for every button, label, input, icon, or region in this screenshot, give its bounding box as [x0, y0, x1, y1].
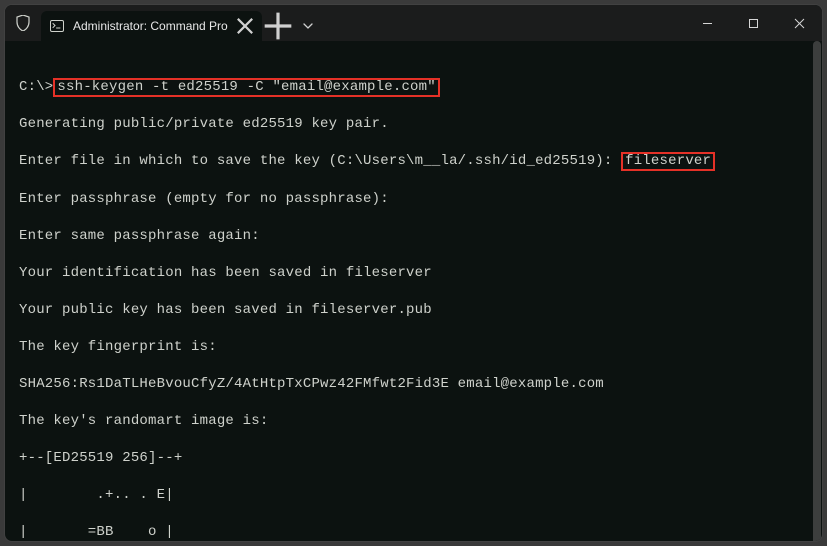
scrollbar-thumb[interactable] — [813, 41, 821, 541]
output-line: Enter file in which to save the key (C:\… — [19, 152, 812, 171]
prompt: C:\> — [19, 79, 53, 95]
chevron-down-icon — [303, 23, 313, 29]
close-icon — [794, 18, 805, 29]
new-tab-button[interactable] — [262, 11, 294, 41]
tab-active[interactable]: Administrator: Command Pro — [41, 11, 262, 41]
output-line: Your public key has been saved in filese… — [19, 301, 812, 320]
titlebar[interactable]: Administrator: Command Pro — [5, 5, 822, 41]
titlebar-left: Administrator: Command Pro — [5, 5, 322, 41]
terminal-window: Administrator: Command Pro — [4, 4, 823, 542]
minimize-icon — [702, 18, 713, 29]
output-line: Generating public/private ed25519 key pa… — [19, 115, 812, 134]
tab-title: Administrator: Command Pro — [73, 19, 228, 33]
maximize-icon — [748, 18, 759, 29]
prompt-text: Enter file in which to save the key (C:\… — [19, 153, 621, 169]
window-close-button[interactable] — [776, 5, 822, 41]
tab-dropdown-button[interactable] — [294, 11, 322, 41]
close-icon — [236, 17, 254, 35]
highlighted-input: fileserver — [621, 152, 715, 171]
terminal-icon — [49, 18, 65, 34]
output-line: SHA256:Rs1DaTLHeBvouCfyZ/4AtHtpTxCPwz42F… — [19, 375, 812, 394]
output-line: The key fingerprint is: — [19, 338, 812, 357]
output-line: Enter same passphrase again: — [19, 227, 812, 246]
terminal-output[interactable]: C:\>ssh-keygen -t ed25519 -C "email@exam… — [5, 41, 822, 541]
highlighted-command: ssh-keygen -t ed25519 -C "email@example.… — [53, 78, 439, 97]
output-line: Enter passphrase (empty for no passphras… — [19, 190, 812, 209]
prompt-line: C:\>ssh-keygen -t ed25519 -C "email@exam… — [19, 78, 812, 97]
plus-icon — [262, 10, 294, 42]
randomart-line: | .+.. . E| — [19, 486, 812, 505]
output-line: Your identification has been saved in fi… — [19, 264, 812, 283]
tab-close-button[interactable] — [236, 17, 254, 35]
randomart-line: | =BB o | — [19, 523, 812, 542]
shield-icon — [5, 5, 41, 41]
randomart-line: +--[ED25519 256]--+ — [19, 449, 812, 468]
output-line: The key's randomart image is: — [19, 412, 812, 431]
scrollbar[interactable] — [812, 41, 822, 541]
minimize-button[interactable] — [684, 5, 730, 41]
window-controls — [684, 5, 822, 41]
maximize-button[interactable] — [730, 5, 776, 41]
